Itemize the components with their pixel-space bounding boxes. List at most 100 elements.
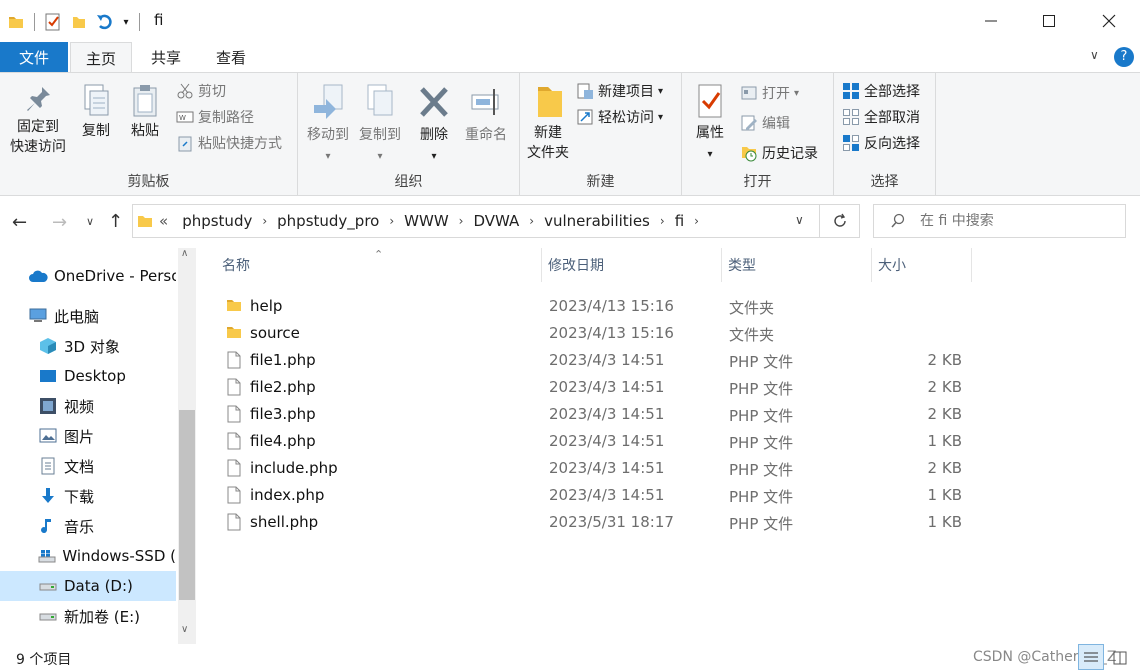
file-row-file1[interactable]: file1.php 2023/4/3 14:51 PHP 文件 2 KB bbox=[220, 347, 980, 374]
nav-item-3d-objects[interactable]: 3D 对象 bbox=[0, 331, 176, 361]
copy-path-button[interactable]: W 复制路径 bbox=[176, 107, 254, 127]
column-header-size[interactable]: 大小 bbox=[872, 248, 972, 282]
nav-item-videos[interactable]: 视频 bbox=[0, 391, 176, 421]
new-item-button[interactable]: 新建项目 ▾ bbox=[576, 81, 663, 101]
edit-pencil-icon bbox=[741, 115, 757, 131]
chevron-down-icon[interactable]: ▾ bbox=[121, 12, 131, 32]
nav-item-pictures[interactable]: 图片 bbox=[0, 421, 176, 451]
select-group-label: 选择 bbox=[870, 174, 899, 190]
breadcrumb-item[interactable]: WWW bbox=[396, 212, 457, 230]
nav-item-music[interactable]: 音乐 bbox=[0, 511, 176, 541]
large-icons-view-button[interactable] bbox=[1108, 646, 1132, 670]
close-button[interactable] bbox=[1080, 0, 1138, 42]
search-box[interactable] bbox=[873, 204, 1126, 238]
copy-button[interactable]: 复制 bbox=[74, 83, 118, 141]
navigation-pane: OneDrive - Perso 此电脑 3D 对象 Desktop 视频 图片… bbox=[0, 248, 196, 644]
address-bar[interactable]: « phpstudy › phpstudy_pro › WWW › DVWA › vul… bbox=[132, 204, 820, 238]
new-item-label: 新建项目 bbox=[598, 84, 654, 100]
select-none-label: 全部取消 bbox=[864, 110, 920, 126]
minimize-button[interactable] bbox=[962, 0, 1020, 42]
column-header-date[interactable]: 修改日期 bbox=[542, 248, 722, 282]
column-header-name[interactable]: 名称 bbox=[216, 248, 542, 282]
file-row-file4[interactable]: file4.php 2023/4/3 14:51 PHP 文件 1 KB bbox=[220, 428, 980, 455]
up-arrow-icon[interactable]: ↑ bbox=[108, 211, 123, 232]
ribbon-collapse-icon[interactable]: ∨ bbox=[1090, 48, 1099, 62]
copy-to-button[interactable]: 复制到 ▾ bbox=[354, 83, 406, 167]
select-all-button[interactable]: 全部选择 bbox=[842, 81, 920, 101]
file-row-shell[interactable]: shell.php 2023/5/31 18:17 PHP 文件 1 KB bbox=[220, 509, 980, 536]
paste-label: 粘贴 bbox=[131, 123, 159, 139]
recent-locations-chevron-icon[interactable]: ∨ bbox=[86, 215, 94, 228]
open-button[interactable]: 打开 ▾ bbox=[740, 83, 799, 103]
new-folder-button[interactable]: 新建 文件夹 bbox=[524, 83, 572, 163]
new-folder-label-line1: 新建 bbox=[534, 125, 562, 141]
invert-selection-button[interactable]: 反向选择 bbox=[842, 133, 920, 153]
history-button[interactable]: 历史记录 bbox=[740, 143, 818, 163]
breadcrumb-item[interactable]: fi bbox=[667, 212, 692, 230]
file-row-file3[interactable]: file3.php 2023/4/3 14:51 PHP 文件 2 KB bbox=[220, 401, 980, 428]
edit-label: 编辑 bbox=[762, 116, 790, 132]
select-none-button[interactable]: 全部取消 bbox=[842, 107, 920, 127]
chevron-right-icon[interactable]: › bbox=[527, 214, 536, 228]
move-to-button[interactable]: 移动到 ▾ bbox=[302, 83, 354, 167]
file-row-file2[interactable]: file2.php 2023/4/3 14:51 PHP 文件 2 KB bbox=[220, 374, 980, 401]
chevron-right-icon[interactable]: › bbox=[260, 214, 269, 228]
forward-arrow-icon[interactable]: → bbox=[52, 212, 67, 233]
refresh-button[interactable] bbox=[820, 204, 860, 238]
nav-item-this-pc[interactable]: 此电脑 bbox=[0, 301, 176, 331]
nav-scrollbar[interactable]: ∧ ∨ bbox=[178, 248, 196, 644]
chevron-right-icon[interactable]: › bbox=[457, 214, 466, 228]
breadcrumb-item[interactable]: vulnerabilities bbox=[536, 212, 658, 230]
address-history-chevron-icon[interactable]: ∨ bbox=[795, 213, 804, 227]
file-row-index[interactable]: index.php 2023/4/3 14:51 PHP 文件 1 KB bbox=[220, 482, 980, 509]
nav-item-desktop[interactable]: Desktop bbox=[0, 361, 176, 391]
scroll-up-icon[interactable]: ∧ bbox=[181, 248, 188, 259]
undo-icon[interactable] bbox=[95, 12, 115, 32]
file-size: 2 KB bbox=[927, 351, 962, 369]
breadcrumb-item[interactable]: phpstudy bbox=[174, 212, 260, 230]
tab-share[interactable]: 共享 bbox=[136, 42, 196, 72]
file-row-include[interactable]: include.php 2023/4/3 14:51 PHP 文件 2 KB bbox=[220, 455, 980, 482]
copy-to-label: 复制到 bbox=[359, 127, 401, 143]
nav-scrollbar-thumb[interactable] bbox=[179, 410, 195, 600]
help-icon[interactable]: ? bbox=[1114, 47, 1134, 67]
nav-item-data-d[interactable]: Data (D:) bbox=[0, 571, 176, 601]
nav-item-windows-ssd[interactable]: Windows-SSD ( bbox=[0, 541, 176, 571]
nav-item-new-volume-e[interactable]: 新加卷 (E:) bbox=[0, 601, 176, 631]
easy-access-button[interactable]: 轻松访问 ▾ bbox=[576, 107, 663, 127]
breadcrumb-item[interactable]: DVWA bbox=[465, 212, 527, 230]
nav-item-downloads[interactable]: 下载 bbox=[0, 481, 176, 511]
tab-file[interactable]: 文件 bbox=[0, 42, 68, 72]
cut-button[interactable]: 剪切 bbox=[176, 81, 226, 101]
chevron-right-icon[interactable]: › bbox=[387, 214, 396, 228]
properties-icon[interactable] bbox=[43, 12, 63, 32]
scroll-down-icon[interactable]: ∨ bbox=[181, 624, 188, 635]
tab-home[interactable]: 主页 bbox=[70, 42, 132, 73]
maximize-button[interactable] bbox=[1020, 0, 1078, 42]
edit-button[interactable]: 编辑 bbox=[740, 113, 790, 133]
paste-button[interactable]: 粘贴 bbox=[122, 83, 168, 141]
nav-item-onedrive[interactable]: OneDrive - Perso bbox=[0, 261, 176, 291]
file-row-help[interactable]: help 2023/4/13 15:16 文件夹 bbox=[220, 293, 980, 320]
breadcrumb-overflow[interactable]: « bbox=[153, 212, 174, 230]
tab-view[interactable]: 查看 bbox=[198, 42, 264, 72]
chevron-right-icon[interactable]: › bbox=[658, 214, 667, 228]
new-folder-label-line2: 文件夹 bbox=[527, 145, 569, 161]
pin-to-quick-access-button[interactable]: 固定到 快速访问 bbox=[6, 83, 70, 157]
new-folder-icon[interactable] bbox=[69, 12, 89, 32]
rename-button[interactable]: 重命名 bbox=[458, 83, 514, 145]
column-header-type[interactable]: 类型 bbox=[722, 248, 872, 282]
delete-button[interactable]: 删除 ▾ bbox=[412, 83, 456, 167]
open-label: 打开 bbox=[762, 86, 790, 102]
file-row-source[interactable]: source 2023/4/13 15:16 文件夹 bbox=[220, 320, 980, 347]
refresh-icon bbox=[833, 213, 846, 227]
search-input[interactable] bbox=[920, 213, 1120, 229]
back-arrow-icon[interactable]: ← bbox=[12, 212, 27, 233]
nav-item-documents[interactable]: 文档 bbox=[0, 451, 176, 481]
details-view-icon bbox=[1084, 652, 1098, 662]
breadcrumb-item[interactable]: phpstudy_pro bbox=[269, 212, 387, 230]
chevron-right-icon[interactable]: › bbox=[692, 214, 701, 228]
properties-button[interactable]: 属性 ▾ bbox=[688, 83, 732, 165]
details-view-button[interactable] bbox=[1078, 644, 1104, 670]
paste-shortcut-button[interactable]: 粘贴快捷方式 bbox=[176, 133, 282, 153]
